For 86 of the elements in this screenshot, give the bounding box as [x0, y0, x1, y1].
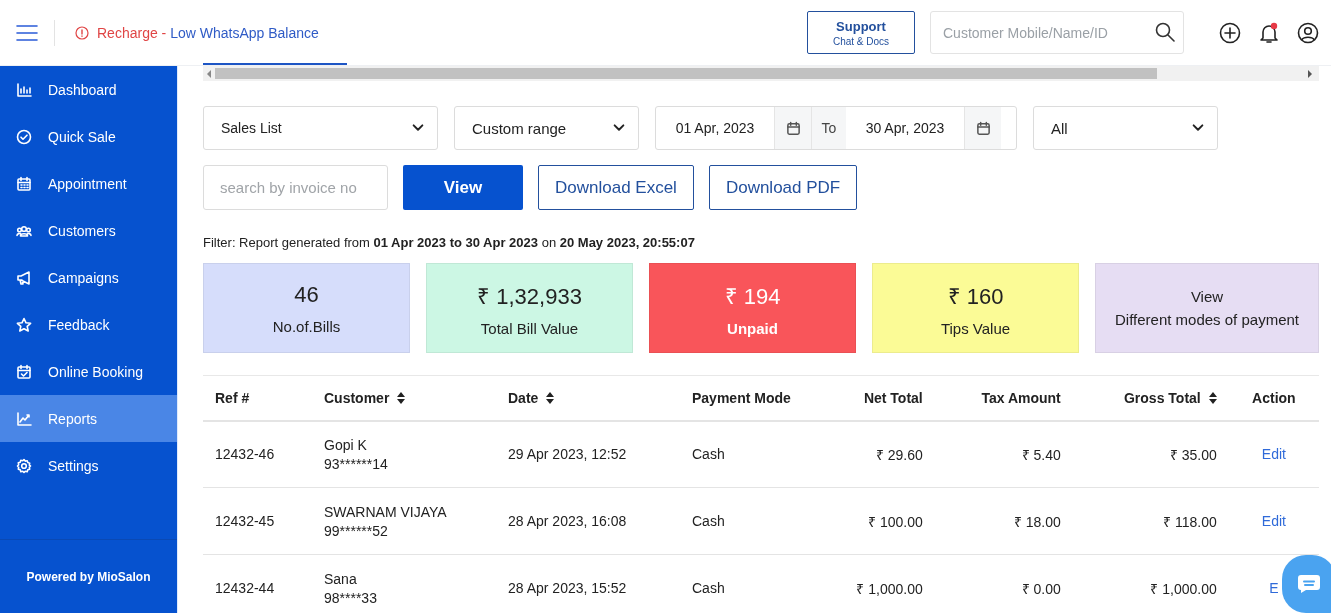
powered-by-text: Powered by MioSalon — [26, 569, 151, 584]
customer-name: Sana — [324, 570, 358, 587]
card-link-text: View — [1190, 288, 1224, 305]
table-cell: 29 Apr 2023, 12:52 — [508, 446, 627, 463]
sidebar-item[interactable]: Customers — [0, 207, 177, 254]
customer-name: Gopi K — [324, 436, 368, 453]
alert-text: Recharge - — [97, 24, 168, 41]
calendar-icon — [16, 175, 32, 192]
sidebar-item[interactable]: Reports — [0, 395, 177, 442]
sidebar-item[interactable]: Dashboard — [0, 66, 177, 113]
sortable-column-header[interactable]: Date — [508, 389, 539, 406]
stat-label: Different modes of payment — [1115, 311, 1299, 328]
table-cell: ₹ 100.00 — [868, 513, 923, 530]
stat-label: Unpaid — [727, 319, 778, 337]
bell-icon[interactable] — [1258, 21, 1280, 44]
sidebar-item[interactable]: Settings — [0, 442, 177, 489]
horizontal-scrollbar[interactable] — [203, 66, 1319, 81]
star-icon — [16, 316, 32, 333]
recharge-link[interactable]: Low WhatsApp Balance — [170, 24, 319, 41]
trend-chart-icon — [16, 410, 32, 427]
menu-button[interactable] — [16, 24, 38, 41]
info-icon — [75, 25, 89, 40]
invoice-search-field[interactable]: search by invoice no — [203, 165, 388, 210]
chart-icon — [16, 81, 32, 98]
sidebar-item[interactable]: Appointment — [0, 160, 177, 207]
customer-phone: 98****33 — [324, 589, 378, 606]
edit-link[interactable]: Edit — [1261, 513, 1286, 529]
table-cell: 28 Apr 2023, 16:08 — [508, 513, 627, 529]
edit-link[interactable]: E — [1269, 580, 1279, 596]
filter-summary: Filter: Report generated from 01 Apr 2023 to 30 Apr 2023 on 20 May 2023, 20:55:07 — [203, 235, 696, 252]
column-header: Net Total — [863, 389, 923, 406]
support-button[interactable]: Support Chat & Docs — [807, 11, 915, 54]
table-cell: 12432-46 — [215, 446, 275, 463]
sortable-column-header[interactable]: Customer — [324, 389, 390, 406]
stat-value: 46 — [294, 281, 319, 308]
chat-button[interactable] — [1282, 555, 1331, 613]
stat-value: ₹ 194 — [724, 282, 781, 310]
table-cell: ₹ 118.00 — [1163, 513, 1217, 530]
plus-icon[interactable] — [1219, 21, 1241, 44]
table-cell: Cash — [692, 580, 725, 596]
edit-link[interactable]: Edit — [1261, 446, 1286, 463]
table-cell: 28 Apr 2023, 15:52 — [508, 580, 627, 596]
table-cell: ₹ 0.00 — [1021, 580, 1061, 597]
table-cell: ₹ 29.60 — [875, 446, 923, 463]
gear-icon — [16, 457, 32, 474]
stat-label: Total Bill Value — [480, 319, 579, 337]
table-cell: ₹ 1,000.00 — [856, 580, 923, 597]
customer-name: SWARNAM VIJAYA — [324, 503, 448, 520]
download-button[interactable]: Download PDF — [708, 165, 858, 210]
column-header: Tax Amount — [981, 389, 1061, 406]
stat-value: ₹ 1,32,933 — [477, 282, 582, 310]
table-cell: 12432-44 — [215, 580, 275, 596]
customer-phone: 93******14 — [324, 455, 389, 472]
table-cell: Cash — [692, 446, 725, 463]
download-button[interactable]: Download Excel — [538, 165, 694, 210]
customer-phone: 99******52 — [324, 522, 389, 539]
chat-bubble-icon — [1297, 574, 1321, 594]
view-button[interactable]: View — [403, 165, 523, 210]
calendar-check-icon — [16, 363, 32, 380]
check-circle-icon — [16, 128, 32, 145]
date-range-dropdown[interactable]: Custom range — [454, 106, 639, 150]
payment-mode-dropdown[interactable]: All — [1033, 106, 1218, 150]
sidebar-item[interactable]: Online Booking — [0, 348, 177, 395]
table-cell: ₹ 18.00 — [1013, 513, 1061, 530]
column-header: Ref # — [215, 389, 250, 406]
sidebar-item[interactable]: Quick Sale — [0, 113, 177, 160]
column-header: Payment Mode — [692, 389, 791, 406]
stat-label: Tips Value — [940, 319, 1011, 337]
megaphone-icon — [16, 269, 32, 286]
sortable-column-header[interactable]: Gross Total — [1123, 389, 1201, 406]
search-field[interactable]: Customer Mobile/Name/ID — [930, 11, 1184, 54]
table-cell: Cash — [692, 513, 725, 529]
report-dropdown[interactable]: Sales List — [203, 106, 438, 150]
sidebar-item[interactable]: Campaigns — [0, 254, 177, 301]
user-icon[interactable] — [1297, 21, 1319, 44]
stat-label: No.of.Bills — [272, 317, 341, 335]
table-cell: ₹ 1,000.00 — [1150, 580, 1217, 597]
column-header: Action — [1252, 389, 1296, 406]
payment-modes-card[interactable]: View Different modes of payment — [1095, 263, 1319, 353]
table-cell: ₹ 35.00 — [1169, 446, 1217, 463]
stat-value: ₹ 160 — [947, 282, 1004, 310]
sidebar-item[interactable]: Feedback — [0, 301, 177, 348]
search-icon — [1155, 22, 1175, 42]
table-cell: ₹ 5.40 — [1021, 446, 1061, 463]
menu-icon — [16, 24, 38, 41]
table-cell: 12432-45 — [215, 513, 275, 529]
